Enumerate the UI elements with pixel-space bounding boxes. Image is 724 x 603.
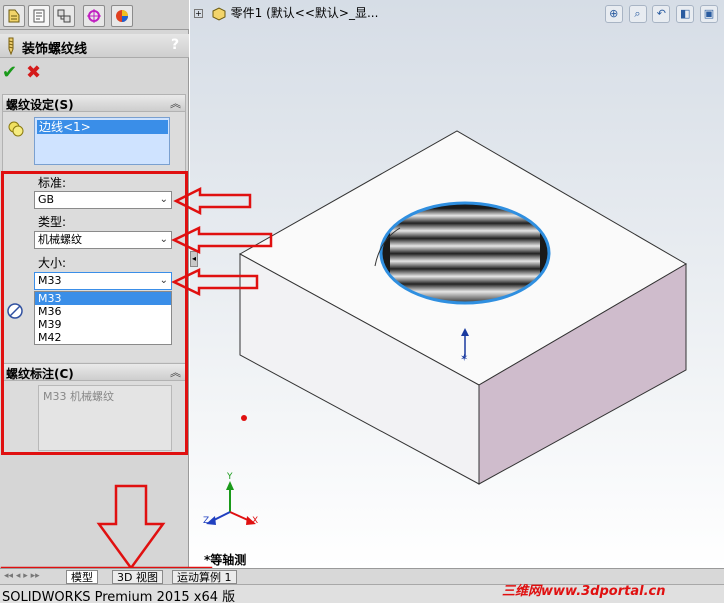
watermark-text: 三维网www.3dportal.cn [502, 584, 666, 599]
svg-text:✶: ✶ [460, 353, 468, 364]
cancel-button[interactable]: ✖ [26, 64, 44, 82]
status-text: SOLIDWORKS Premium 2015 x64 版 [2, 590, 236, 603]
block-part[interactable] [238, 130, 687, 485]
close-icon: ✖ [26, 62, 42, 83]
thread-settings-title: 螺纹设定(S) [6, 98, 74, 112]
display-manager-icon [116, 10, 128, 22]
view-orientation-label: *等轴测 [204, 553, 247, 567]
triad-y-label: Y [227, 472, 233, 482]
thread-settings-header[interactable]: 螺纹设定(S) ︽ [2, 94, 186, 112]
panel-tab-bar [0, 0, 189, 30]
graphics-area[interactable]: + 零件1 (默认<<默认>_显... ⊕ ⌕ ↶ ◧ ▣ ◂ ✶ Y X Z … [190, 0, 724, 568]
property-manager-tab[interactable] [28, 5, 50, 27]
model-viewport: ✶ [206, 130, 687, 525]
edge-selection-list[interactable]: 边线<1> [34, 117, 170, 165]
collapse-chevron-icon[interactable]: ︽ [170, 95, 181, 111]
tab-3d-view[interactable]: 3D 视图 [112, 570, 163, 584]
highlight-box [1, 171, 188, 455]
feature-manager-tab[interactable] [3, 5, 25, 27]
triad-x-label: X [252, 516, 259, 526]
configuration-manager-tab[interactable] [53, 5, 75, 27]
display-manager-tab[interactable] [111, 5, 133, 27]
page-title: 装饰螺纹线 [22, 42, 88, 57]
feature-manager-icon [8, 9, 20, 23]
cosmetic-thread-icon [8, 37, 14, 55]
tab-scroll-arrows-icon[interactable]: ◂◂ ◂ ▸ ▸▸ [4, 571, 40, 581]
ok-button[interactable]: ✔ [2, 64, 20, 82]
tab-motion-study[interactable]: 运动算例 1 [172, 570, 237, 584]
configuration-manager-icon [57, 9, 71, 23]
dimxpert-tab[interactable] [83, 5, 105, 27]
property-manager-icon [33, 9, 45, 23]
reference-triad [206, 481, 256, 525]
edge-selection-icon [8, 121, 24, 137]
triad-z-label: Z [203, 516, 210, 526]
property-manager-header: 装饰螺纹线 ? [0, 34, 189, 58]
property-manager-panel: 装饰螺纹线 ? ✔ ✖ 螺纹设定(S) ︽ 边线<1> 标准: GB ⌄ 类型:… [0, 0, 189, 568]
help-button[interactable]: ? [167, 37, 183, 54]
tab-model[interactable]: 模型 [66, 570, 98, 584]
red-marker-dot [241, 415, 247, 421]
edge-list-item[interactable]: 边线<1> [37, 120, 168, 134]
checkmark-icon: ✔ [2, 62, 18, 83]
dimxpert-icon [87, 9, 101, 23]
